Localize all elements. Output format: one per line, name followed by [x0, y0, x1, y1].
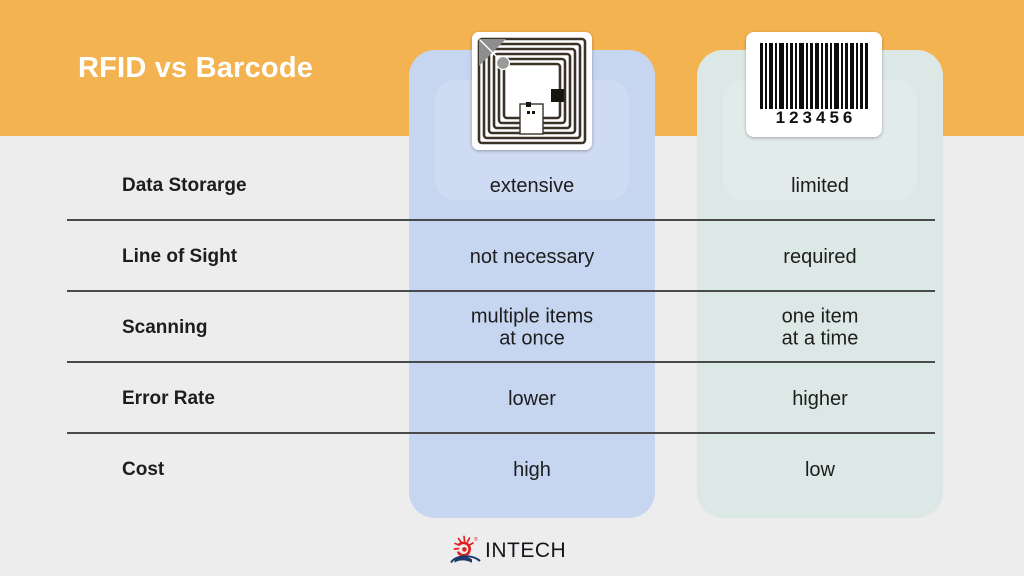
row-label: Error Rate — [122, 387, 215, 409]
row-value-barcode: required — [783, 245, 857, 268]
row-value-rfid: extensive — [489, 174, 575, 197]
row-label: Line of Sight — [122, 245, 238, 267]
table-row: Data Storarge extensive limited — [0, 150, 1024, 221]
barcode-label-media: 123456 — [746, 32, 882, 137]
page-title: RFID vs Barcode — [78, 52, 314, 84]
rfid-tag-icon — [472, 32, 592, 150]
intech-sunburst-logo-icon: ® — [449, 534, 483, 566]
row-value-rfid: lower — [508, 387, 556, 410]
row-value-barcode: one item at a time — [781, 305, 859, 350]
table-row: Cost high low — [0, 434, 1024, 505]
row-label: Scanning — [122, 316, 208, 338]
row-value-rfid: multiple items at once — [470, 305, 594, 350]
comparison-table: Data Storarge extensive limited Line of … — [0, 150, 1024, 505]
table-row: Scanning multiple items at once one item… — [0, 292, 1024, 363]
barcode-digits: 123456 — [775, 108, 857, 127]
table-row: Line of Sight not necessary required — [0, 221, 1024, 292]
rfid-tag-media — [472, 32, 592, 150]
table-row: Error Rate lower higher — [0, 363, 1024, 434]
row-label: Cost — [122, 458, 165, 480]
svg-text:®: ® — [474, 536, 478, 543]
row-value-rfid: not necessary — [469, 245, 595, 268]
row-value-barcode: low — [804, 458, 835, 481]
slide-root: RFID vs Barcode 123456 Data Storarge ext… — [0, 0, 1024, 576]
row-value-barcode: higher — [792, 387, 848, 410]
logo-wordmark: INTECH — [485, 538, 567, 562]
row-value-rfid: high — [513, 458, 551, 481]
row-value-barcode: limited — [791, 174, 849, 197]
barcode-label-icon: 123456 — [746, 32, 882, 137]
row-label: Data Storarge — [122, 174, 247, 196]
brand-logo: ® INTECH — [449, 533, 579, 567]
